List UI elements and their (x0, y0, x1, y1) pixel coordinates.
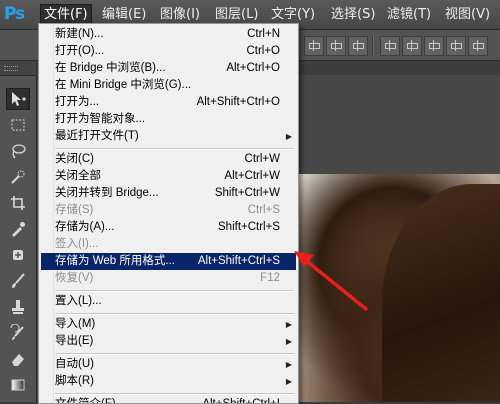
lasso-tool-icon[interactable] (6, 140, 30, 162)
file-menu-dropdown: 新建(N)... Ctrl+N 打开(O)... Ctrl+O 在 Bridge 中… (38, 23, 299, 404)
distribute-top-icon[interactable] (380, 36, 400, 56)
menu-item-close-and-go-to-bridge[interactable]: 关闭并转到 Bridge... Shift+Ctrl+W (41, 185, 296, 202)
eraser-tool-icon[interactable] (6, 348, 30, 370)
move-tool-icon[interactable] (6, 88, 30, 110)
align-vcenter-icon[interactable] (326, 36, 346, 56)
gradient-tool-icon[interactable] (6, 374, 30, 396)
menu-item-open[interactable]: 打开(O)... Ctrl+O (41, 43, 296, 60)
align-bottom-icon[interactable] (348, 36, 368, 56)
menu-view[interactable]: 视图(V) (441, 4, 494, 25)
menu-item-browse-in-bridge[interactable]: 在 Bridge 中浏览(B)... Alt+Ctrl+O (41, 60, 296, 77)
menu-item-import[interactable]: 导入(M) ▶ (41, 316, 296, 333)
menu-item-new[interactable]: 新建(N)... Ctrl+N (41, 26, 296, 43)
menu-item-automate[interactable]: 自动(U) ▶ (41, 356, 296, 373)
menu-item-revert: 恢复(V) F12 (55, 272, 280, 284)
options-divider (372, 35, 374, 55)
menu-separator (55, 290, 294, 292)
submenu-arrow-icon: ▶ (285, 360, 292, 369)
clone-stamp-tool-icon[interactable] (6, 296, 30, 318)
distribute-left-icon[interactable] (446, 36, 466, 56)
menu-item-save: 存储(S) Ctrl+S (55, 204, 280, 216)
distribute-vcenter-icon[interactable] (402, 36, 422, 56)
menu-item-save-as[interactable]: 存储为(A)... Shift+Ctrl+S (41, 219, 296, 236)
brush-tool-icon[interactable] (6, 270, 30, 292)
menu-select[interactable]: 选择(S) (327, 4, 379, 25)
photoshop-logo-icon: Ps (4, 4, 25, 24)
distribute-bottom-icon[interactable] (424, 36, 444, 56)
menu-item-close-all[interactable]: 关闭全部 Alt+Ctrl+W (41, 168, 296, 185)
menu-item-open-as-smart-object[interactable]: 打开为智能对象... (41, 111, 296, 128)
menu-separator (55, 393, 294, 395)
menu-item-open-as[interactable]: 打开为... Alt+Shift+Ctrl+O (41, 94, 296, 111)
menu-item-place[interactable]: 置入(L)... (41, 293, 296, 310)
menu-image[interactable]: 图像(I) (156, 4, 204, 25)
tools-panel (0, 76, 37, 402)
tools-panel-header[interactable] (0, 61, 36, 76)
menu-item-export[interactable]: 导出(E) ▶ (41, 333, 296, 350)
menu-layer[interactable]: 图层(L) (211, 4, 262, 25)
align-top-icon[interactable] (304, 36, 324, 56)
menu-item-save-for-web[interactable]: 存储为 Web 所用格式... Alt+Shift+Ctrl+S (41, 253, 296, 270)
marquee-tool-icon[interactable] (6, 114, 30, 136)
menu-item-file-info[interactable]: 文件简介(F)... Alt+Shift+Ctrl+I (41, 396, 296, 403)
menu-separator (55, 313, 294, 315)
quick-selection-tool-icon[interactable] (6, 166, 30, 188)
crop-tool-icon[interactable] (6, 192, 30, 214)
menu-item-browse-in-mini-bridge[interactable]: 在 Mini Bridge 中浏览(G)... (41, 77, 296, 94)
menu-type[interactable]: 文字(Y) (267, 4, 319, 25)
menu-separator (55, 148, 294, 150)
menu-item-close[interactable]: 关闭(C) Ctrl+W (41, 151, 296, 168)
menu-separator (55, 353, 294, 355)
submenu-arrow-icon: ▶ (285, 337, 292, 346)
submenu-arrow-icon: ▶ (285, 377, 292, 386)
submenu-arrow-icon: ▶ (285, 320, 292, 329)
submenu-arrow-icon: ▶ (285, 132, 292, 141)
menu-file[interactable]: 文件(F) (40, 4, 92, 25)
menu-edit[interactable]: 编辑(E) (98, 4, 150, 25)
eyedropper-tool-icon[interactable] (6, 218, 30, 240)
menu-item-open-recent[interactable]: 最近打开文件(T) ▶ (41, 128, 296, 145)
distribute-hcenter-icon[interactable] (468, 36, 488, 56)
menu-item-scripts[interactable]: 脚本(R) ▶ (41, 373, 296, 390)
menu-item-check-in: 签入(I)... (55, 238, 99, 250)
menu-filter[interactable]: 滤镜(T) (383, 4, 435, 25)
annotation-arrow-icon (294, 251, 368, 311)
history-brush-tool-icon[interactable] (6, 322, 30, 344)
healing-brush-tool-icon[interactable] (6, 244, 30, 266)
